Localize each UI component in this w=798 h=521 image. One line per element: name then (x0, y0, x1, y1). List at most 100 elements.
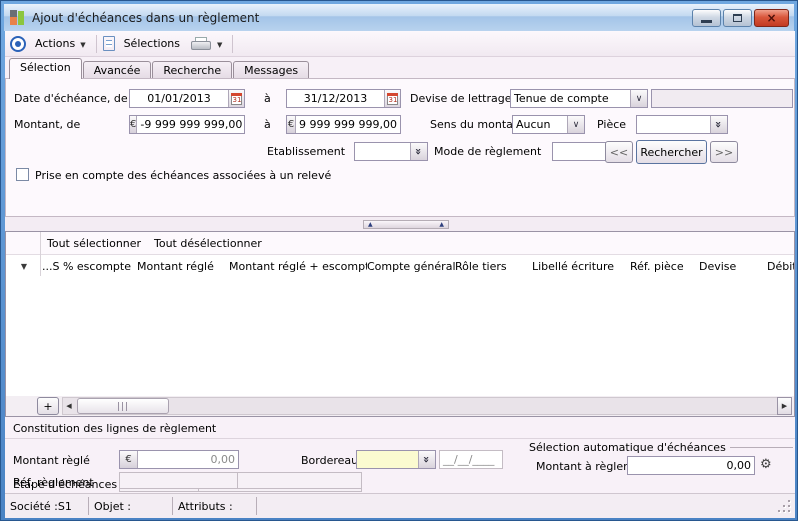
montant-from-input[interactable]: € -9 999 999 999,00 (129, 115, 245, 134)
date-to-input[interactable]: 31/12/2013 31 (286, 89, 401, 108)
row-marker-icon: ▼ (6, 262, 42, 271)
status-attributs: Attributs : (173, 497, 257, 515)
print-caret-icon[interactable]: ▼ (217, 41, 222, 49)
column-header[interactable]: Montant réglé + escompte (229, 260, 367, 273)
close-button[interactable]: × (754, 9, 789, 27)
section-divider (5, 438, 795, 439)
euro-icon[interactable]: € (287, 116, 296, 133)
selections-menu[interactable]: Sélections (124, 37, 180, 50)
actions-target-icon (10, 36, 26, 52)
column-header[interactable]: Rôle tiers (455, 260, 532, 273)
title-bar: Ajout d'échéances dans un règlement × (4, 4, 794, 31)
splitter-handle[interactable]: ▲ ▲ (363, 220, 449, 229)
date-to-connector: à (264, 92, 271, 105)
resize-grip[interactable] (778, 500, 791, 513)
date-from-input[interactable]: 01/01/2013 31 (129, 89, 245, 108)
previous-page-button[interactable]: << (605, 141, 633, 163)
rechercher-button[interactable]: Rechercher (636, 140, 707, 164)
client-area: Actions ▼ Sélections ▼ Sélection Avancée… (5, 31, 795, 518)
actions-caret-icon[interactable]: ▼ (80, 41, 85, 49)
close-icon: × (766, 11, 776, 25)
sens-montant-label: Sens du montant (430, 118, 524, 131)
montant-a-regler-label: Montant à règler (536, 460, 628, 473)
minimize-button[interactable] (692, 9, 721, 27)
selections-document-icon (103, 36, 115, 51)
devise-lettrage-select[interactable]: Tenue de compte ∨ (510, 89, 648, 108)
scroll-left-icon[interactable]: ◀ (62, 397, 76, 415)
print-icon[interactable] (191, 37, 211, 50)
add-row-button[interactable]: + (37, 397, 59, 415)
status-societe: Société :S1 (5, 497, 89, 515)
etablissement-combo[interactable]: » (354, 142, 428, 161)
tab-messages[interactable]: Messages (233, 61, 309, 79)
releve-checkbox[interactable] (16, 168, 29, 181)
app-icon (10, 10, 25, 25)
actions-menu[interactable]: Actions (35, 37, 75, 50)
tab-selection[interactable]: Sélection (9, 58, 82, 79)
grid-toolbar: Tout sélectionner Tout désélectionner (6, 232, 794, 255)
bordereau-label: Bordereau (301, 454, 358, 467)
next-page-button[interactable]: >> (710, 141, 738, 163)
toolbar-separator (96, 35, 97, 53)
collapse-up-icon[interactable]: ▲ (439, 222, 444, 228)
status-bar: Société :S1 Objet : Attributs : (5, 494, 795, 518)
group-rule (730, 447, 793, 448)
app-window: Ajout d'échéances dans un règlement × Ac… (0, 0, 798, 521)
auto-selection-title: Sélection automatique d'échéances (529, 441, 726, 454)
mode-reglement-label: Mode de règlement (434, 145, 541, 158)
calendar-icon[interactable]: 31 (228, 90, 244, 107)
gear-icon[interactable]: ⚙ (760, 458, 772, 471)
sens-montant-select[interactable]: Aucun ∨ (512, 115, 585, 134)
column-header[interactable]: Réf. pièce (630, 260, 699, 273)
scrollbar-thumb[interactable] (77, 398, 169, 414)
minimize-icon (701, 20, 712, 23)
double-chevron-icon[interactable]: » (410, 143, 427, 160)
montant-to-input[interactable]: € 9 999 999 999,00 (286, 115, 401, 134)
grid-header: ▼ ...S % escompte Montant réglé Montant … (6, 256, 794, 276)
select-all-link[interactable]: Tout sélectionner (47, 237, 141, 250)
column-header[interactable]: Devise (699, 260, 767, 273)
ref-reglement-label: Réf. règlement (13, 476, 94, 489)
tab-avancee[interactable]: Avancée (83, 61, 152, 79)
horizontal-scrollbar[interactable]: ◀ (62, 397, 778, 415)
column-header[interactable]: Montant réglé (137, 260, 229, 273)
montant-a-regler-input[interactable]: 0,00 (627, 456, 755, 475)
double-chevron-icon[interactable]: » (418, 451, 435, 468)
piece-combo[interactable]: » (636, 115, 728, 134)
montant-label: Montant, de (14, 118, 80, 131)
euro-icon[interactable]: € (130, 116, 137, 133)
status-objet: Objet : (89, 497, 173, 515)
column-header[interactable]: Compte général (367, 260, 455, 273)
euro-icon[interactable]: € (120, 451, 138, 468)
etablissement-label: Etablissement (267, 145, 345, 158)
deselect-all-link[interactable]: Tout désélectionner (154, 237, 262, 250)
thumb-grip-icon (118, 402, 129, 411)
ref-reglement-field[interactable] (119, 472, 362, 489)
column-header[interactable]: Libellé écriture (532, 260, 630, 273)
devise-extra-field (651, 89, 793, 108)
section-title: Constitution des lignes de règlement (13, 422, 216, 435)
toolbar: Actions ▼ Sélections ▼ (5, 31, 795, 57)
chevron-down-icon[interactable]: ∨ (567, 116, 584, 133)
column-header[interactable]: Débit (767, 260, 794, 273)
tab-strip: Sélection Avancée Recherche Messages (9, 58, 310, 79)
grid-body-empty[interactable] (6, 276, 794, 396)
chevron-down-icon[interactable]: ∨ (630, 90, 647, 107)
scroll-right-icon[interactable]: ▶ (777, 397, 792, 415)
maximize-button[interactable] (723, 9, 752, 27)
montant-regle-input[interactable]: € 0,00 (119, 450, 239, 469)
date-from-label: Date d'échéance, de (14, 92, 128, 105)
splitter[interactable]: ▲ ▲ (5, 217, 795, 231)
bordereau-combo[interactable]: » (356, 450, 436, 469)
maximize-icon (733, 14, 742, 22)
column-header[interactable]: ...S % escompte (42, 260, 137, 273)
collapse-up-icon[interactable]: ▲ (368, 222, 373, 228)
calendar-icon[interactable]: 31 (384, 90, 400, 107)
devise-lettrage-label: Devise de lettrage (410, 92, 512, 105)
releve-checkbox-label: Prise en compte des échéances associées … (35, 169, 331, 182)
double-chevron-icon[interactable]: » (710, 116, 727, 133)
piece-label: Pièce (597, 118, 626, 131)
bordereau-date-input[interactable]: __/__/____ (439, 450, 503, 469)
montant-regle-label: Montant règlé (13, 454, 90, 467)
tab-recherche[interactable]: Recherche (152, 61, 232, 79)
